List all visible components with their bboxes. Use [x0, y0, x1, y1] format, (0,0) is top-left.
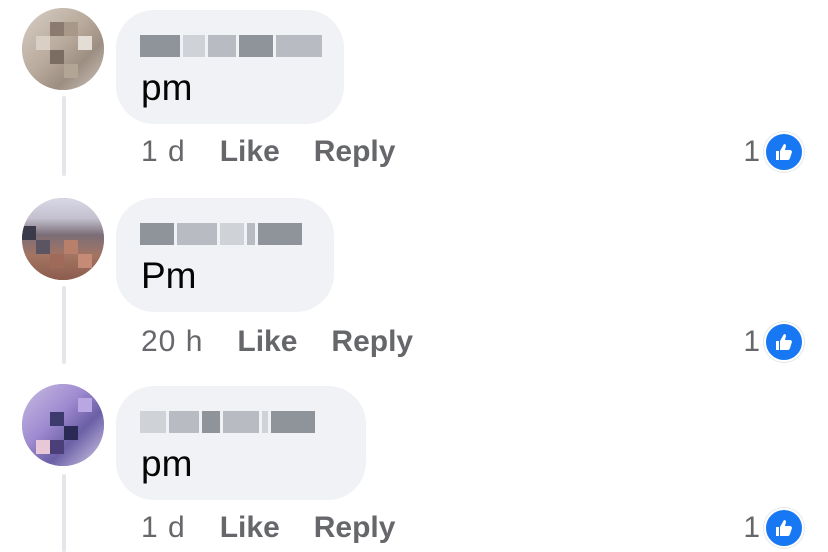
reply-button[interactable]: Reply [314, 511, 396, 545]
avatar[interactable] [22, 198, 104, 280]
avatar[interactable] [22, 8, 104, 90]
thumbs-up-icon [764, 322, 804, 362]
reaction-summary[interactable]: 1 [743, 508, 804, 548]
author-name-blurred[interactable] [140, 33, 322, 59]
comment-bubble: pm [116, 10, 344, 124]
comment-actions: 1 d Like Reply [141, 132, 429, 172]
comment-text: pm [141, 443, 193, 484]
thread-line [62, 474, 66, 552]
thumbs-up-icon [764, 508, 804, 548]
comment-actions: 20 h Like Reply [141, 322, 447, 362]
author-name-blurred[interactable] [140, 221, 302, 247]
thread-line [62, 96, 66, 176]
comment-timestamp[interactable]: 1 d [141, 511, 186, 545]
comment-text: pm [141, 67, 193, 108]
reply-button[interactable]: Reply [331, 325, 413, 359]
comment-timestamp[interactable]: 1 d [141, 135, 186, 169]
comment-bubble: pm [116, 386, 366, 500]
thumbs-up-icon [764, 132, 804, 172]
thread-line [62, 286, 66, 364]
like-button[interactable]: Like [220, 511, 280, 545]
comment-actions: 1 d Like Reply [141, 508, 429, 548]
reaction-count: 1 [743, 135, 760, 168]
reaction-summary[interactable]: 1 [743, 322, 804, 362]
reaction-summary[interactable]: 1 [743, 132, 804, 172]
reaction-count: 1 [743, 511, 760, 544]
author-name-blurred[interactable] [140, 409, 315, 435]
comment-timestamp[interactable]: 20 h [141, 325, 203, 359]
comment-bubble: Pm [116, 198, 334, 312]
reply-button[interactable]: Reply [314, 135, 396, 169]
like-button[interactable]: Like [237, 325, 297, 359]
comment-text: Pm [141, 255, 197, 296]
avatar[interactable] [22, 384, 104, 466]
like-button[interactable]: Like [220, 135, 280, 169]
reaction-count: 1 [743, 325, 760, 358]
